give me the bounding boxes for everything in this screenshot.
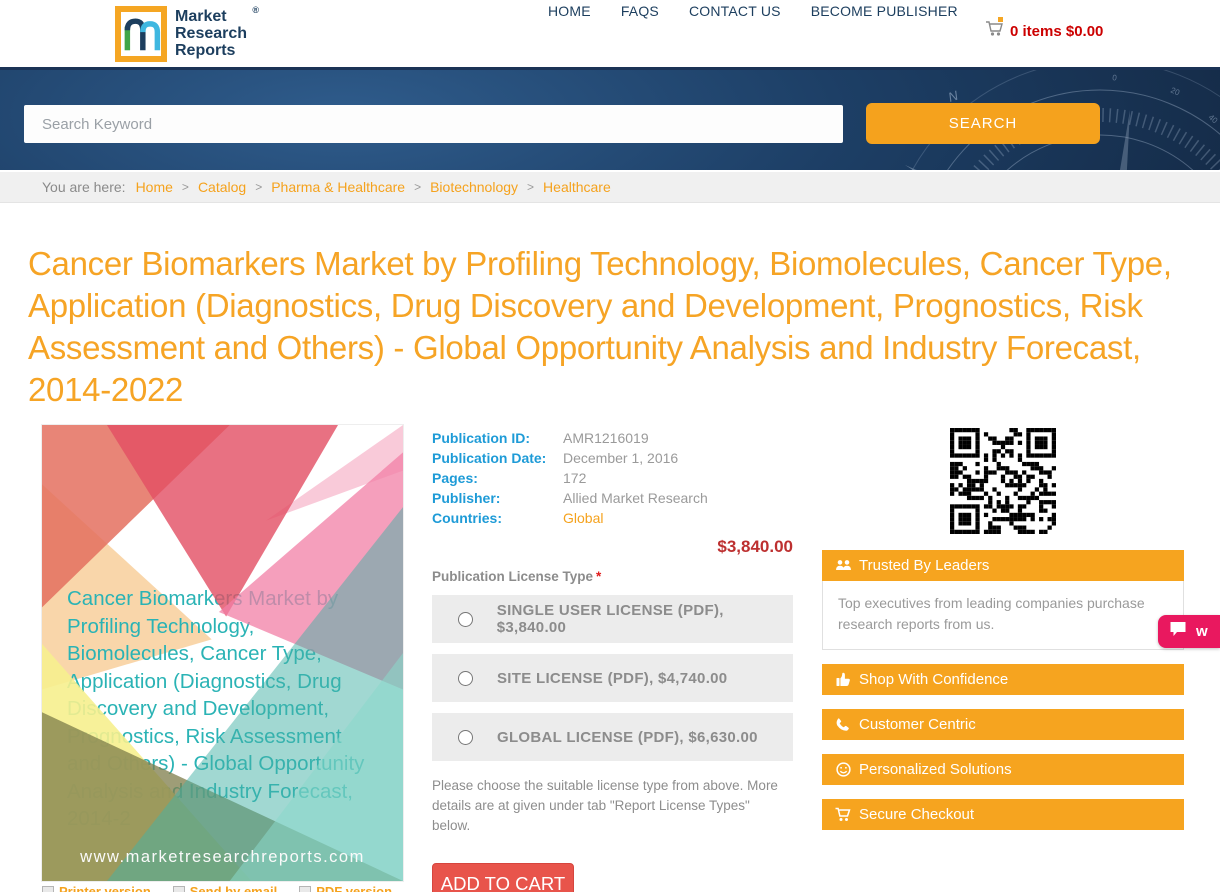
pdf-icon (299, 886, 311, 892)
required-asterisk: * (596, 569, 601, 584)
svg-text:20: 20 (1169, 86, 1181, 98)
svg-text:0: 0 (1112, 73, 1118, 83)
cart-icon (985, 20, 1004, 42)
top-header: ® Market Research Reports HOME FAQS CONT… (0, 0, 1220, 67)
breadcrumb-separator: > (414, 180, 421, 194)
detail-row-pages: Pages: 172 (432, 468, 793, 488)
email-icon (173, 886, 185, 892)
phone-icon (834, 717, 852, 733)
search-button[interactable]: SEARCH (866, 103, 1100, 144)
nav-home[interactable]: HOME (548, 3, 591, 19)
cart-badge (998, 17, 1003, 22)
registered-mark: ® (252, 2, 259, 19)
top-nav: HOME FAQS CONTACT US BECOME PUBLISHER (548, 3, 958, 19)
detail-row-publication-id: Publication ID: AMR1216019 (432, 428, 793, 448)
thumbs-up-icon (834, 672, 852, 688)
nav-become-publisher[interactable]: BECOME PUBLISHER (811, 3, 958, 19)
nav-faqs[interactable]: FAQS (621, 3, 659, 19)
license-option-site[interactable]: SITE LICENSE (PDF), $4,740.00 (432, 654, 793, 702)
page-root: ® Market Research Reports HOME FAQS CONT… (0, 0, 1220, 892)
license-option-single-user[interactable]: SINGLE USER LICENSE (PDF), $3,840.00 (432, 595, 793, 643)
license-option-global[interactable]: GLOBAL LICENSE (PDF), $6,630.00 (432, 713, 793, 761)
cover-website-text: www.marketresearchreports.com (42, 848, 403, 867)
report-cover-image: Cancer Biomarkers Market by Profiling Te… (42, 425, 403, 881)
detail-row-publisher: Publisher: Allied Market Research (432, 488, 793, 508)
trusted-note: Top executives from leading companies pu… (822, 581, 1184, 650)
breadcrumb-healthcare[interactable]: Healthcare (543, 179, 611, 195)
add-to-cart-button[interactable]: ADD TO CART (432, 863, 574, 892)
banner-secure-checkout: Secure Checkout (822, 799, 1184, 830)
breadcrumb-separator: > (527, 180, 534, 194)
pdf-version-link[interactable]: PDF version (299, 884, 392, 892)
report-action-links: Printer version Send by email PDF versio… (42, 884, 392, 892)
live-chat-widget[interactable]: w (1158, 615, 1220, 648)
breadcrumb-pharma-healthcare[interactable]: Pharma & Healthcare (271, 179, 405, 195)
cart-link[interactable]: 0 items $0.00 (985, 20, 1103, 42)
publication-details: Publication ID: AMR1216019 Publication D… (432, 428, 793, 892)
site-logo[interactable]: ® Market Research Reports (115, 6, 247, 62)
banner-shop-with-confidence: Shop With Confidence (822, 664, 1184, 695)
users-icon (834, 558, 852, 574)
detail-row-countries: Countries: Global (432, 508, 793, 528)
printer-version-link[interactable]: Printer version (42, 884, 151, 892)
report-price: $3,840.00 (432, 537, 793, 557)
m-logo-icon (115, 6, 167, 62)
svg-text:40: 40 (1207, 113, 1220, 126)
smiley-icon (834, 762, 852, 778)
breadcrumb-prefix: You are here: (42, 179, 126, 195)
nav-contact-us[interactable]: CONTACT US (689, 3, 781, 19)
license-radio-site[interactable] (458, 671, 473, 686)
license-radio-single-user[interactable] (458, 612, 473, 627)
banner-customer-centric: Customer Centric (822, 709, 1184, 740)
chat-label: w (1196, 623, 1208, 640)
breadcrumb: You are here: Home > Catalog > Pharma & … (0, 172, 1220, 203)
cart-count-text: 0 items $0.00 (1010, 23, 1103, 40)
page-title: Cancer Biomarkers Market by Profiling Te… (28, 243, 1178, 411)
breadcrumb-biotechnology[interactable]: Biotechnology (430, 179, 518, 195)
banner-trusted-by-leaders: Trusted By Leaders (822, 550, 1184, 581)
breadcrumb-home[interactable]: Home (136, 179, 173, 195)
brand-text: ® Market Research Reports (175, 6, 247, 59)
banner-personalized-solutions: Personalized Solutions (822, 754, 1184, 785)
qr-code (950, 428, 1056, 534)
countries-global-link[interactable]: Global (563, 508, 603, 528)
license-note: Please choose the suitable license type … (432, 776, 787, 836)
breadcrumb-catalog[interactable]: Catalog (198, 179, 246, 195)
chat-bubble-icon (1169, 621, 1187, 642)
license-type-label: Publication License Type* (432, 569, 793, 584)
printer-icon (42, 886, 54, 892)
breadcrumb-separator: > (182, 180, 189, 194)
search-input[interactable] (24, 105, 843, 143)
search-band: N 0 20 40 SEARCH (0, 70, 1220, 170)
license-radio-global[interactable] (458, 730, 473, 745)
cart-icon (834, 807, 852, 823)
sidebar: Trusted By Leaders Top executives from l… (822, 428, 1184, 844)
send-by-email-link[interactable]: Send by email (173, 884, 277, 892)
detail-row-publication-date: Publication Date: December 1, 2016 (432, 448, 793, 468)
breadcrumb-separator: > (255, 180, 262, 194)
